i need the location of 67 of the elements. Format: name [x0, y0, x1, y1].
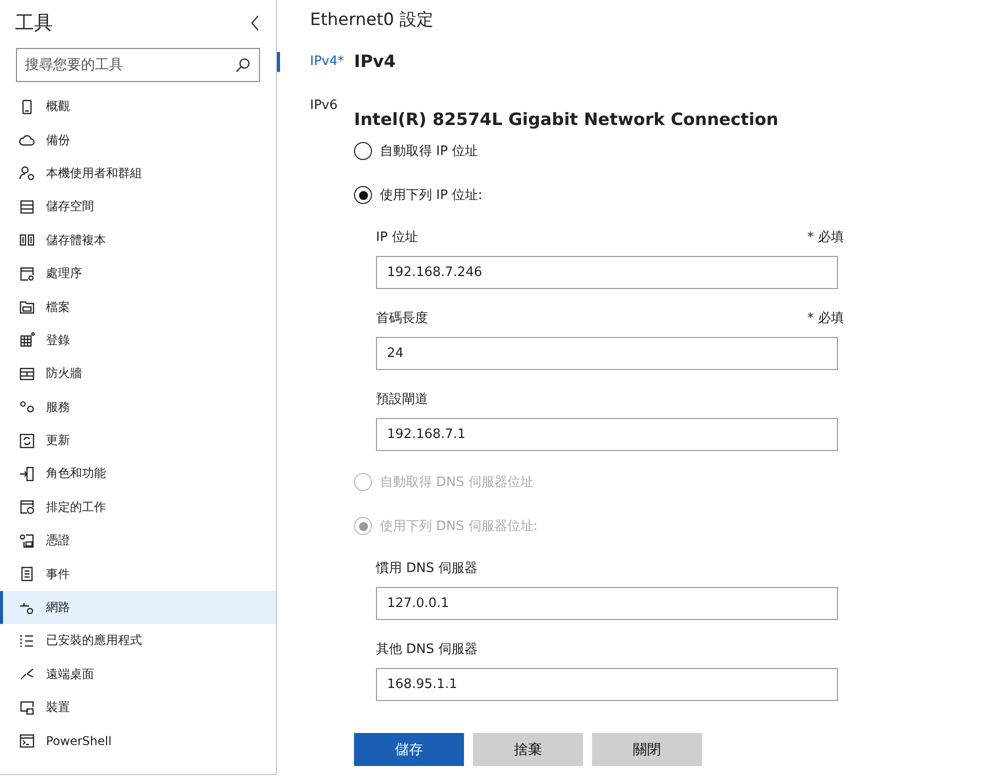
nav-item[interactable]: 網路 [0, 590, 276, 624]
nav-item[interactable]: 遠端桌面 [0, 658, 276, 692]
input-field[interactable]: 127.0.0.1 [376, 587, 838, 620]
tab[interactable]: IPv6 [277, 96, 354, 116]
radio-label: 使用下列 IP 位址: [380, 187, 482, 204]
input-field[interactable]: 24 [376, 337, 838, 370]
nav-item[interactable]: 已安裝的應用程式 [0, 624, 276, 658]
columns-icon [19, 232, 35, 248]
nav-item[interactable]: 服務 [0, 390, 276, 424]
nav-item[interactable]: 本機使用者和群組 [0, 156, 276, 190]
nav-item[interactable]: PowerShell [0, 724, 276, 758]
nav-item[interactable]: 排定的工作 [0, 490, 276, 524]
collapse-icon[interactable] [250, 15, 260, 31]
input-field[interactable]: 192.168.7.246 [376, 256, 838, 289]
nav-item[interactable]: 儲存空間 [0, 190, 276, 224]
nav-item[interactable]: 更新 [0, 424, 276, 458]
action-button[interactable]: 關閉 [592, 733, 702, 766]
section-heading: IPv4 [354, 52, 397, 74]
nav-item[interactable]: 備份 [0, 123, 276, 157]
window-gear-icon [19, 266, 35, 282]
search-icon [235, 57, 251, 73]
radio-label: 自動取得 DNS 伺服器位址 [380, 474, 534, 491]
nav-item[interactable]: 裝置 [0, 691, 276, 724]
nav-item[interactable]: 登錄 [0, 324, 276, 358]
grid-icon [19, 332, 35, 348]
field-label: 首碼長度 [376, 310, 428, 327]
adapter-name: Intel(R) 82574L Gigabit Network Connection [354, 110, 780, 132]
radio-label: 自動取得 IP 位址 [380, 143, 478, 160]
nav-item[interactable]: 事件 [0, 557, 276, 591]
nav-item[interactable]: 角色和功能 [0, 457, 276, 491]
gears-icon [19, 399, 35, 416]
refresh-icon [19, 432, 35, 449]
panel-title: Ethernet0 設定 [310, 9, 434, 32]
tab[interactable]: IPv4* [277, 52, 354, 72]
sidebar-title: 工具 [15, 11, 53, 36]
nav-item[interactable]: 防火牆 [0, 357, 276, 391]
nav-item[interactable]: 儲存體複本 [0, 224, 276, 257]
sign-in-icon [19, 466, 35, 482]
action-button[interactable]: 捨棄 [473, 733, 583, 766]
storage-icon [19, 198, 35, 215]
search-field[interactable]: 搜尋您要的工具 [16, 48, 260, 82]
document-icon [19, 566, 35, 582]
brick-wall-icon [19, 366, 35, 382]
cloud-icon [19, 132, 35, 148]
person-icon [19, 165, 35, 182]
nav-item[interactable]: 處理序 [0, 256, 276, 290]
required-note: * 必填 [807, 310, 844, 327]
action-button[interactable]: 儲存 [354, 733, 464, 766]
nav-item[interactable]: 概觀 [0, 90, 276, 124]
required-note: * 必填 [807, 229, 844, 246]
input-field[interactable]: 192.168.7.1 [376, 418, 838, 451]
radio-button[interactable] [354, 142, 372, 160]
certificate-icon [19, 532, 35, 549]
list-icon [19, 632, 35, 649]
terminal-icon [19, 733, 35, 750]
field-label: 預設閘道 [376, 391, 428, 408]
field-label: IP 位址 [376, 229, 418, 246]
monitor-icon [19, 700, 35, 716]
field-label: 其他 DNS 伺服器 [376, 641, 478, 658]
radio-button[interactable] [354, 186, 372, 204]
radio-label: 使用下列 DNS 伺服器位址: [380, 518, 538, 535]
field-label: 慣用 DNS 伺服器 [376, 560, 478, 577]
nav-item[interactable]: 憑證 [0, 524, 276, 558]
folder-icon [19, 299, 35, 316]
calendar-clock-icon [19, 499, 35, 516]
input-field[interactable]: 168.95.1.1 [376, 668, 838, 701]
nav-item[interactable]: 檔案 [0, 290, 276, 324]
